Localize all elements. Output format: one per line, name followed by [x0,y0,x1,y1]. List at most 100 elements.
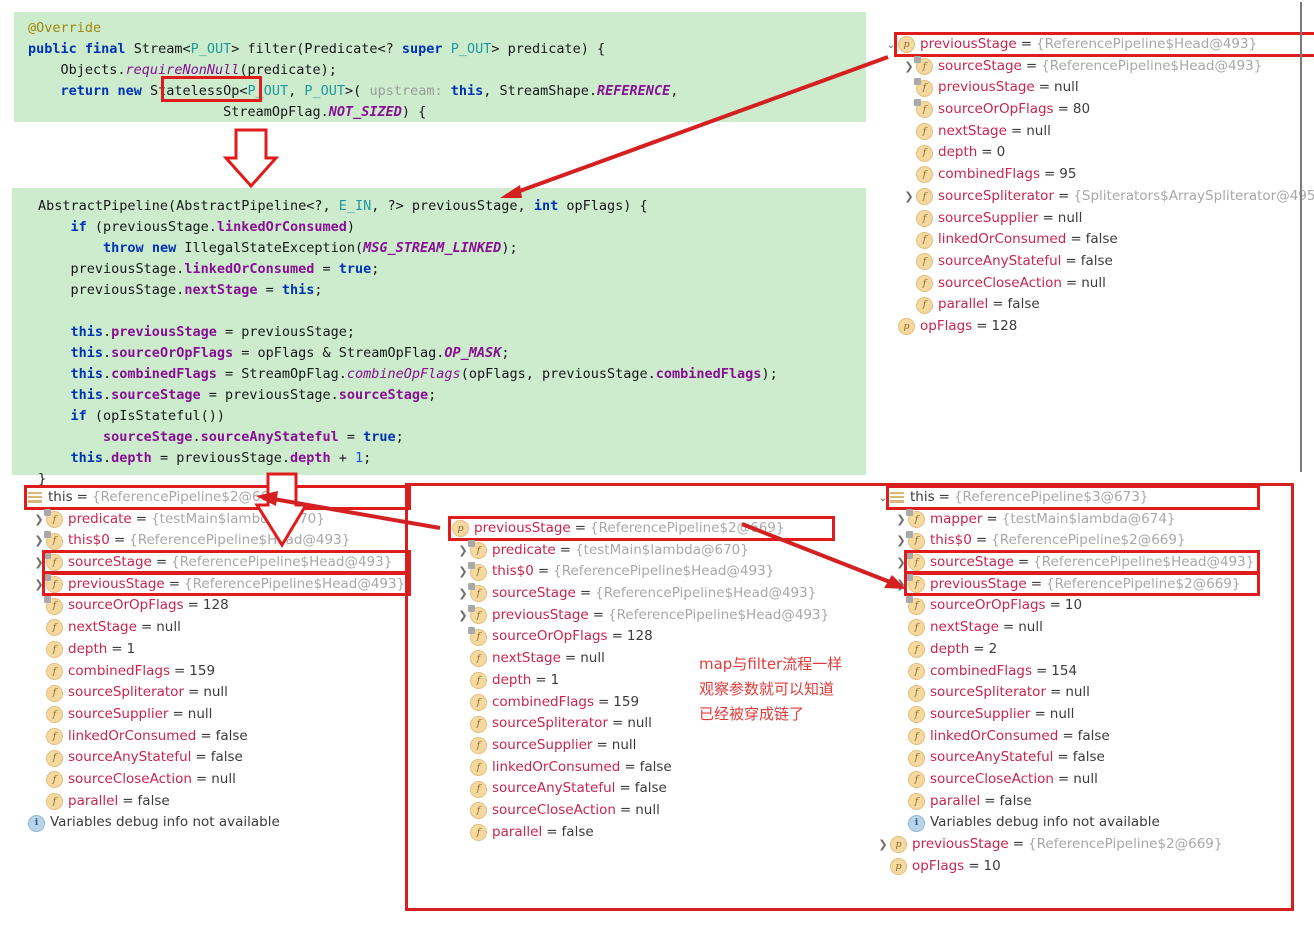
tree-row-value: 0 [996,144,1006,161]
tree-row[interactable]: ·f sourceCloseAction=null [884,273,1314,295]
equals-sign: = [173,662,186,679]
field-icon: f [916,296,933,314]
tree-row[interactable]: ·fpreviousStage=null [884,77,1314,99]
chevron-right-icon: · [902,294,916,316]
chevron-right-icon: · [32,704,46,726]
tree-row-name: depth [938,144,978,161]
tree-row-value: 128 [991,317,1018,334]
tree-row[interactable]: ·fsourceOrOpFlags=128 [14,595,405,617]
field-icon: f [46,641,63,659]
tree-row[interactable]: · this={ReferencePipeline$2@669} [14,487,405,509]
tree-row-value: null [187,705,213,722]
equals-sign: = [1070,231,1082,248]
tree-row-name: sourceOrOpFlags [68,597,184,614]
equals-sign: = [992,296,1004,313]
tree-row[interactable]: ·f parallel=false [884,294,1314,316]
tree-row[interactable]: ❯ f sourceSpliterator = {Spliterators$ArrayS… [884,186,1314,208]
tree-row-value: 128 [202,597,229,614]
equals-sign: = [155,554,168,571]
chevron-right-icon: · [902,208,916,230]
field-icon: f [916,253,933,271]
tree-row-name: sourceStage [68,554,152,571]
equals-sign: = [1043,166,1056,183]
tree-row-value: false [1080,252,1113,269]
tree-row-value: {Spliterators$ArraySpliterator@495} [1073,187,1314,204]
tree-row[interactable]: ·f linkedOrConsumed=false [884,229,1314,251]
tree-row-value: false [137,792,170,809]
equals-sign: = [76,489,88,505]
tree-row[interactable]: ·f sourceCloseAction=null [14,769,405,791]
field-icon: f [44,552,63,572]
tree-row[interactable]: ·f sourceSpliterator=null [14,682,405,704]
chevron-right-icon[interactable]: ❯ [902,186,916,208]
tree-row-name: sourceOrOpFlags [938,101,1054,118]
tree-row-value: {ReferencePipeline$Head@493} [129,532,351,549]
tree-row-name: predicate [68,510,132,527]
tree-row-value: null [156,619,181,636]
tree-row[interactable]: ·f nextStage=null [14,617,405,639]
field-icon: f [46,662,63,680]
tree-row[interactable]: ❯ f previousStage = {ReferencePipeline$Head@… [14,574,405,596]
tree-row-name: previousStage [938,79,1035,96]
equals-sign: = [168,575,181,592]
chevron-right-icon: · [32,661,46,683]
field-icon: f [44,574,63,594]
tree-row[interactable]: ·f combinedFlags=95 [884,164,1314,186]
tree-row[interactable]: ·i Variables debug info not available [14,812,405,834]
chevron-right-icon: · [32,639,46,661]
tree-row-value: null [211,770,236,787]
field-icon: f [916,231,933,249]
debug-panel-top-right[interactable]: ⌄ p previousStage = {ReferencePipeline$Head@… [884,31,1314,338]
tree-row[interactable]: ⌄ p previousStage = {ReferencePipeline$Head@… [884,34,1314,56]
tree-row[interactable]: ❯ f this$0 = {ReferencePipeline$Head@493} [14,530,405,552]
tree-row[interactable]: ·f parallel=false [14,791,405,813]
tree-row-value: null [1081,274,1106,291]
tree-row-name: linkedOrConsumed [938,231,1067,248]
field-icon: f [916,144,933,162]
tree-row-name: nextStage [938,122,1007,139]
tree-row[interactable]: ·p opFlags=128 [884,316,1314,338]
field-icon: f [914,99,933,119]
outer-highlight-box [405,483,1294,911]
tree-row-name: nextStage [68,619,137,636]
tree-row[interactable]: ❯ f sourceStage = {ReferencePipeline$Head@49… [884,56,1314,78]
chevron-right-icon: · [32,682,46,704]
chevron-right-icon: · [902,121,916,143]
tree-row-name: depth [68,640,108,657]
tree-row[interactable]: ·f sourceSupplier=null [884,208,1314,230]
tree-row[interactable]: ·fdepth=0 [884,142,1314,164]
tree-row-name: sourceStage [938,57,1022,74]
chevron-right-icon: · [32,726,46,748]
tree-row-value: 1 [126,640,136,657]
tree-row[interactable]: ·f nextStage=null [884,121,1314,143]
equals-sign: = [1025,57,1038,74]
tree-row-name: sourceAnyStateful [68,749,192,766]
equals-sign: = [1057,101,1069,118]
tree-row[interactable]: ❯ f predicate = {testMain$lambda@670} [14,509,405,531]
chevron-right-icon: · [902,273,916,295]
field-icon: f [46,749,63,767]
tree-row-name: sourceSupplier [68,705,169,722]
equals-sign: = [140,619,153,636]
tree-row[interactable]: ·fsourceOrOpFlags=80 [884,99,1314,121]
equals-sign: = [172,705,184,722]
tree-row[interactable]: ·fdepth=1 [14,639,405,661]
chevron-right-icon: · [884,316,898,338]
tree-row-name: previousStage [68,575,165,592]
tree-row[interactable]: ·f sourceAnyStateful=false [14,747,405,769]
tree-row[interactable]: ·f sourceAnyStateful=false [884,251,1314,273]
tree-row[interactable]: ·f combinedFlags=159 [14,661,405,683]
tree-row-name: sourceCloseAction [68,770,192,787]
panel-scrollbar-line[interactable] [1300,2,1302,472]
debug-panel-bottom-left[interactable]: ·this={ReferencePipeline$2@669}❯fpredica… [14,484,411,834]
hollow-arrow-down-top [222,128,280,189]
equals-sign: = [1065,274,1078,291]
equals-sign: = [1010,122,1023,139]
tree-row[interactable]: ·f sourceSupplier=null [14,704,405,726]
chevron-right-icon: · [902,164,916,186]
tree-row[interactable]: ❯ f sourceStage = {ReferencePipeline$Head@49… [14,552,405,574]
tree-row-name: parallel [68,792,119,809]
tree-row[interactable]: ·f linkedOrConsumed=false [14,726,405,748]
chevron-down-icon[interactable]: ⌄ [884,34,898,56]
tree-row-name: this [48,489,73,505]
